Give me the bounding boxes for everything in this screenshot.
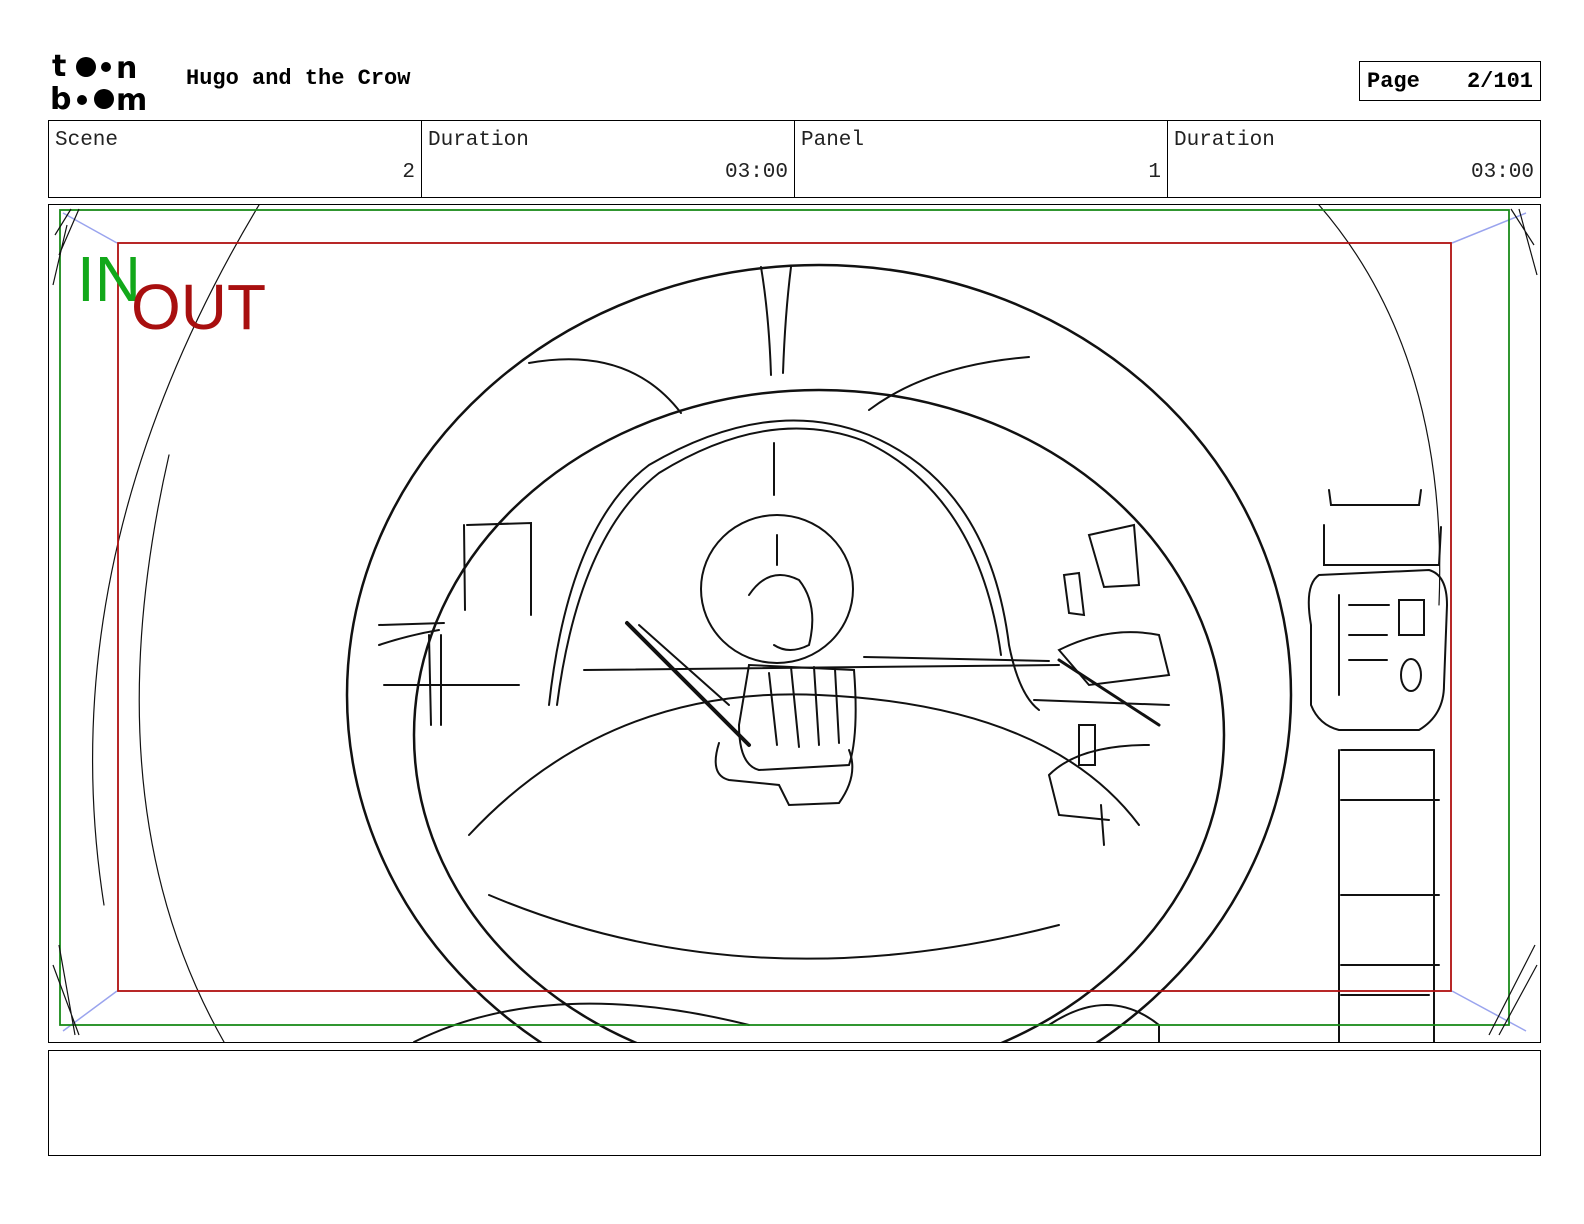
panel-duration-cell: Duration 03:00 xyxy=(1168,121,1540,197)
panel-label: Panel xyxy=(801,129,865,152)
toon-boom-logo: t n b m xyxy=(50,52,147,112)
scene-info-table: Scene 2 Duration 03:00 Panel 1 Duration … xyxy=(48,120,1541,198)
storyboard-panel: IN OUT xyxy=(48,204,1541,1043)
page-number: 2/101 xyxy=(1466,69,1533,94)
scene-value: 2 xyxy=(402,161,415,184)
project-title: Hugo and the Crow xyxy=(186,66,411,91)
scene-label: Scene xyxy=(55,129,119,152)
svg-text:t: t xyxy=(52,52,66,84)
panel-value: 1 xyxy=(1148,161,1161,184)
page-label: Page xyxy=(1367,69,1420,94)
page-indicator: Page 2/101 xyxy=(1359,61,1541,101)
svg-text:b: b xyxy=(50,82,71,112)
panel-duration-value: 03:00 xyxy=(1470,161,1534,184)
panel-duration-label: Duration xyxy=(1174,129,1275,152)
svg-text:n: n xyxy=(116,52,137,86)
scene-duration-value: 03:00 xyxy=(724,161,788,184)
panel-sketch: IN OUT xyxy=(52,205,1538,1042)
panel-cell: Panel 1 xyxy=(795,121,1168,197)
scene-cell: Scene 2 xyxy=(49,121,422,197)
scene-duration-label: Duration xyxy=(428,129,529,152)
out-label: OUT xyxy=(131,271,266,343)
svg-text:m: m xyxy=(116,83,147,112)
panel-notes[interactable] xyxy=(48,1050,1541,1156)
scene-duration-cell: Duration 03:00 xyxy=(422,121,795,197)
